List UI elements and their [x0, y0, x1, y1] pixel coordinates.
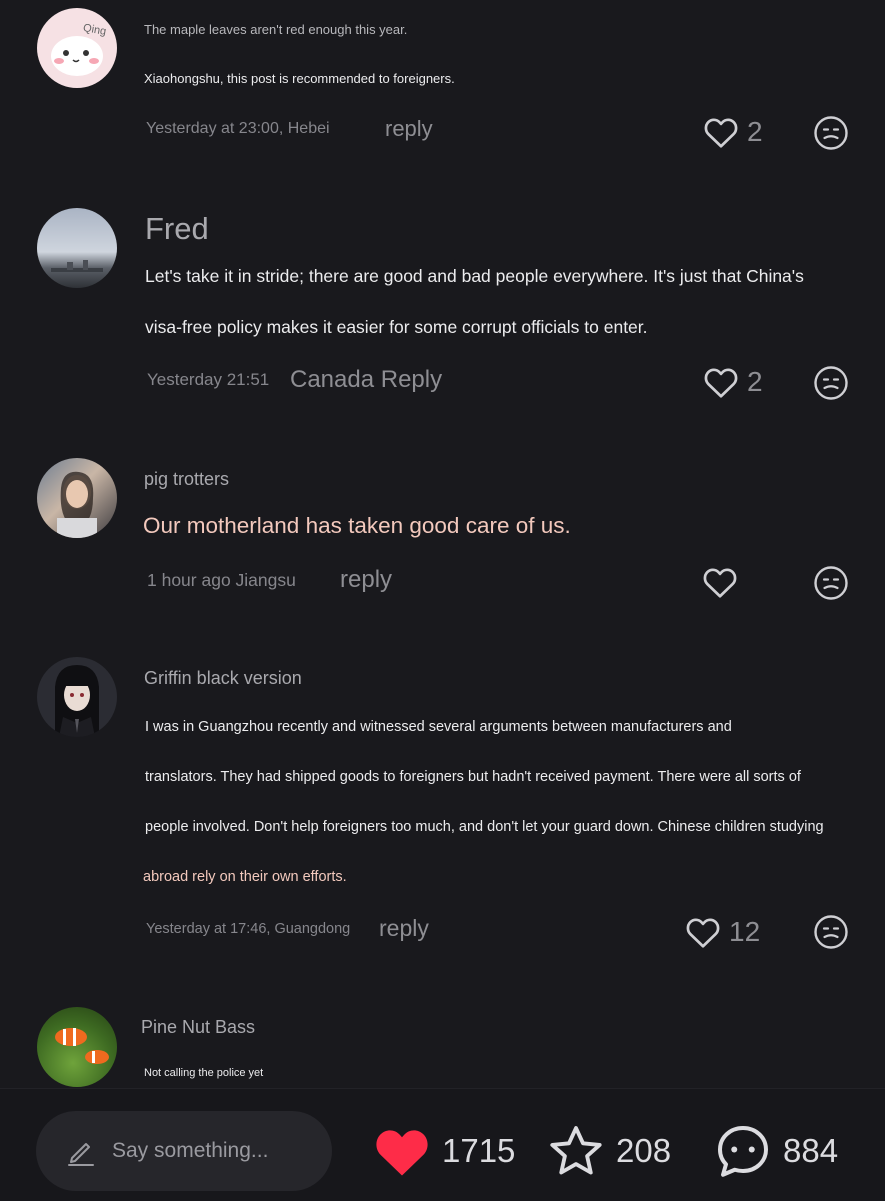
comment-text-line: abroad rely on their own efforts.	[143, 869, 347, 885]
like-count: 2	[747, 116, 763, 147]
comment-author[interactable]: Fred	[145, 211, 209, 247]
comment-count: 884	[783, 1132, 839, 1169]
comment-text-line: Xiaohongshu, this post is recommended to…	[144, 71, 455, 86]
avatar[interactable]	[37, 208, 117, 288]
comment-text-line: The maple leaves aren't red enough this …	[144, 22, 408, 37]
comment-author[interactable]: Griffin black version	[144, 668, 302, 689]
comment-meta: Yesterday 21:51	[147, 370, 270, 389]
emoji-icon[interactable]	[813, 565, 849, 601]
pencil-icon	[68, 1143, 94, 1166]
comment-input-placeholder: Say something...	[112, 1139, 269, 1162]
avatar[interactable]	[37, 1007, 117, 1087]
heart-outline-icon	[703, 568, 737, 598]
emoji-icon[interactable]	[813, 115, 849, 151]
like-button[interactable]: 2	[703, 115, 763, 149]
reply-button[interactable]: Canada Reply	[290, 366, 442, 394]
avatar[interactable]	[37, 458, 117, 538]
comment-meta: Yesterday at 23:00, Hebei	[146, 120, 330, 137]
star-icon	[550, 1126, 602, 1175]
comment-meta: Yesterday at 17:46, Guangdong	[146, 921, 351, 937]
heart-outline-icon	[686, 918, 720, 948]
like-button[interactable]	[702, 565, 746, 599]
comment-text-line: visa-free policy makes it easier for som…	[145, 317, 648, 337]
comment-meta: 1 hour ago Jiangsu	[147, 570, 296, 590]
heart-outline-icon	[704, 368, 738, 398]
comments-button[interactable]: 884	[713, 1111, 838, 1191]
chat-bubble-icon	[718, 1126, 768, 1177]
comment-author[interactable]: pig trotters	[144, 469, 229, 490]
like-button[interactable]: 12	[685, 915, 760, 949]
comment-author[interactable]: Pine Nut Bass	[141, 1017, 255, 1038]
like-post-button[interactable]: 1715	[372, 1111, 515, 1191]
like-button[interactable]: 2	[703, 365, 763, 399]
reply-button[interactable]: reply	[340, 566, 392, 594]
comment-input[interactable]: Say something...	[36, 1111, 332, 1191]
comment-text-line: translators. They had shipped goods to f…	[145, 769, 801, 785]
favorite-button[interactable]: 208	[546, 1111, 671, 1191]
avatar[interactable]	[37, 657, 117, 737]
like-count: 2	[747, 366, 763, 397]
post-like-count: 1715	[442, 1132, 516, 1169]
like-count: 12	[729, 916, 761, 947]
bottom-action-bar: Say something... 1715 208 884	[0, 1088, 885, 1201]
comment-text-line: I was in Guangzhou recently and witnesse…	[145, 719, 732, 735]
reply-button[interactable]: reply	[385, 116, 433, 142]
comment-text-line: Not calling the police yet	[144, 1067, 264, 1079]
heart-filled-icon	[376, 1130, 428, 1176]
comment-text-line: Let's take it in stride; there are good …	[145, 266, 804, 286]
emoji-icon[interactable]	[813, 365, 849, 401]
comment-text-line: Our motherland has taken good care of us…	[143, 513, 571, 538]
heart-outline-icon	[704, 118, 738, 148]
avatar[interactable]: Qing	[37, 8, 117, 88]
comment-text-line: people involved. Don't help foreigners t…	[145, 819, 824, 835]
favorite-count: 208	[616, 1132, 672, 1169]
emoji-icon[interactable]	[813, 914, 849, 950]
reply-button[interactable]: reply	[379, 915, 429, 942]
